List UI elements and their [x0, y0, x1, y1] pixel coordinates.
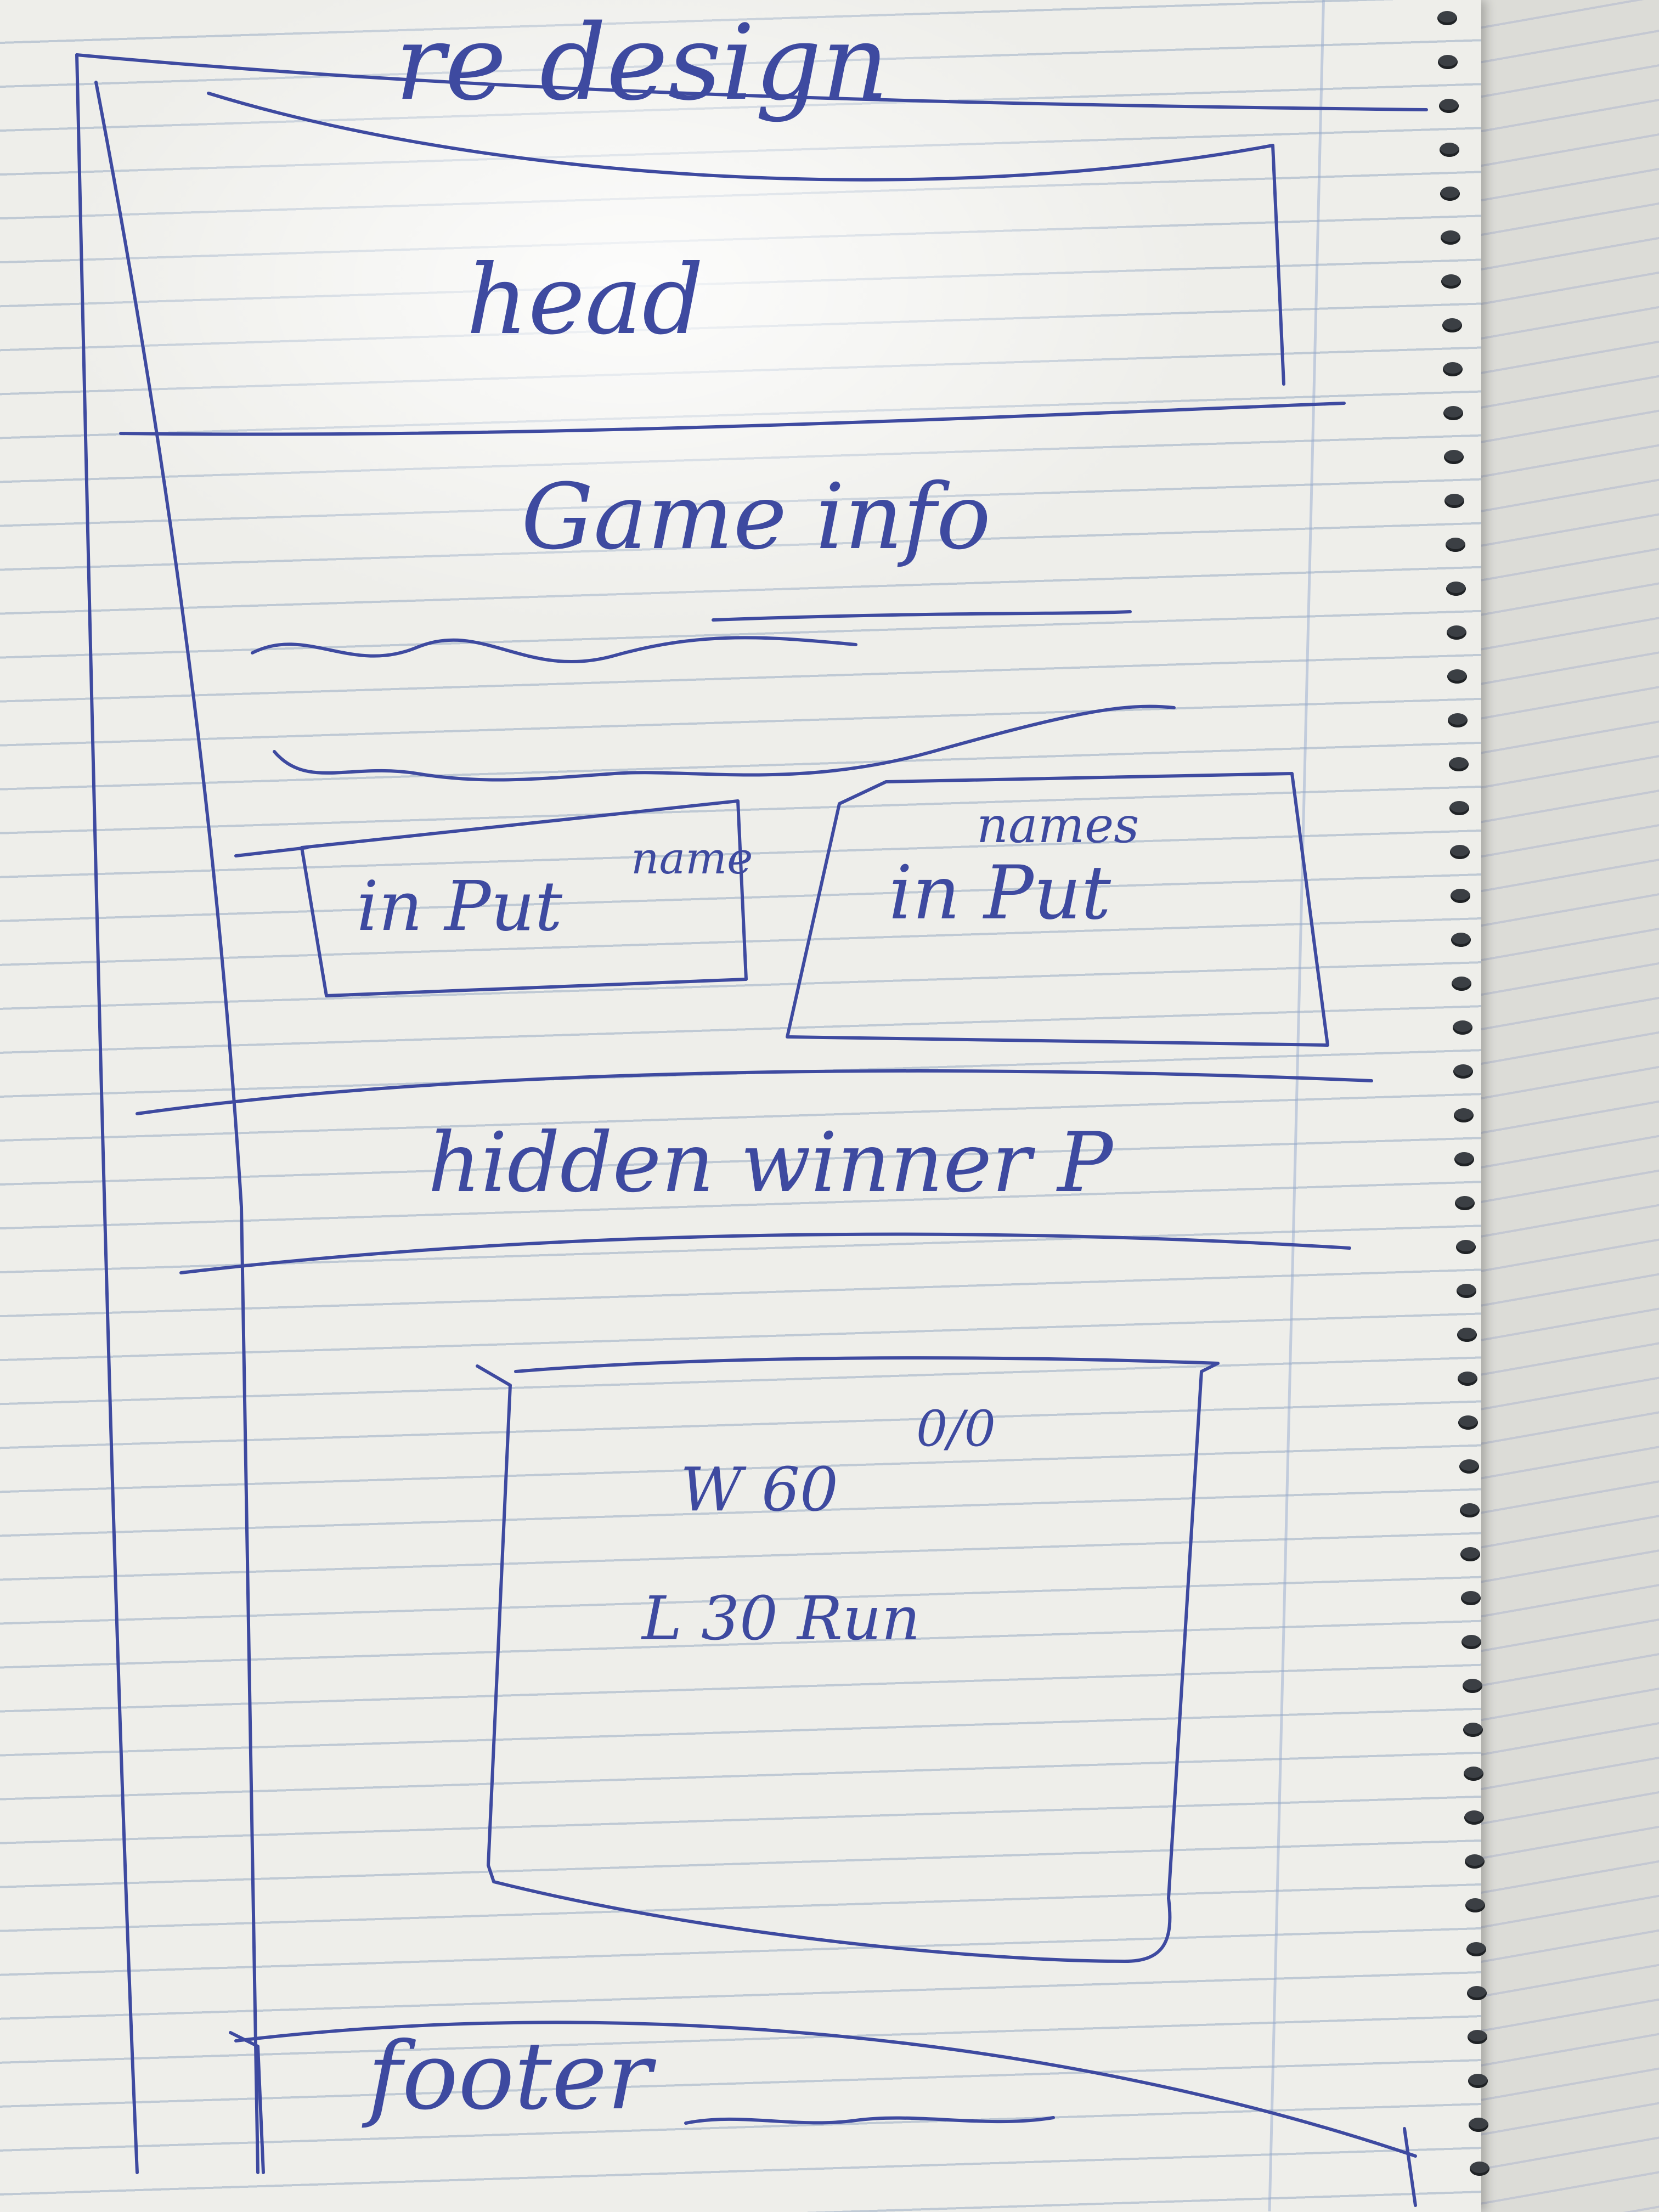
spiral-ring: [1455, 1196, 1475, 1210]
spiral-ring: [1466, 1942, 1486, 1956]
spiral-ring: [1458, 1415, 1479, 1430]
spiral-ring: [1460, 1547, 1480, 1561]
footer-wavy-line: [684, 2116, 1055, 2125]
stats-score: 0/0: [916, 1400, 996, 1458]
notebook-spiral-binding: [1426, 0, 1492, 2212]
winner-top-divider: [136, 1069, 1373, 1115]
spiral-ring: [1452, 977, 1472, 991]
spiral-ring: [1453, 1064, 1473, 1079]
input-right-label: in Put: [889, 850, 1111, 936]
spiral-ring: [1446, 625, 1466, 640]
spiral-ring: [1459, 1459, 1479, 1474]
spiral-ring: [1456, 1284, 1476, 1298]
spiral-ring: [1468, 2074, 1488, 2088]
spiral-ring: [1438, 55, 1458, 69]
spiral-ring: [1464, 1810, 1485, 1825]
stats-line-1: W 60: [680, 1454, 838, 1525]
spiral-ring: [1457, 1328, 1477, 1342]
game-info-wavy-line-2: [273, 704, 1176, 782]
spiral-ring: [1468, 2030, 1488, 2044]
spiral-ring: [1458, 1372, 1478, 1386]
spiral-ring: [1441, 230, 1461, 245]
spiral-ring: [1451, 889, 1471, 903]
input-right-note: names: [977, 797, 1139, 854]
spiral-ring: [1462, 1635, 1482, 1649]
spiral-ring: [1439, 143, 1459, 157]
spiral-ring: [1454, 1108, 1474, 1122]
inner-frame-left-edge: [94, 81, 259, 2174]
spiral-ring: [1440, 187, 1460, 201]
input-left-label: in Put: [357, 867, 563, 946]
game-info-label: Game info: [521, 464, 991, 569]
spiral-ring: [1449, 801, 1469, 815]
spiral-ring: [1463, 1767, 1483, 1781]
spiral-ring: [1466, 1986, 1487, 2000]
spiral-ring: [1441, 274, 1462, 289]
spiral-ring: [1465, 1898, 1486, 1912]
spiral-ring: [1463, 1723, 1483, 1737]
winner-label: hidden winner P: [428, 1115, 1113, 1211]
spiral-ring: [1446, 582, 1466, 596]
stats-line-2: L 30 Run: [642, 1583, 921, 1654]
winner-bottom-divider: [179, 1232, 1351, 1274]
page-title: re design: [395, 2, 889, 123]
spiral-ring: [1451, 933, 1471, 947]
spiral-ring: [1454, 1152, 1475, 1166]
spiral-ring: [1448, 757, 1469, 771]
spiral-ring: [1452, 1020, 1472, 1035]
spiral-ring: [1462, 1679, 1482, 1693]
spiral-ring: [1459, 1503, 1480, 1517]
spiral-ring: [1461, 1591, 1481, 1605]
notebook-page: re design head Game info in Put name in …: [0, 0, 1481, 2212]
game-info-underline: [712, 610, 1132, 622]
spiral-ring: [1447, 669, 1468, 684]
spiral-ring: [1455, 1240, 1476, 1254]
spiral-ring: [1448, 713, 1468, 727]
spiral-ring: [1442, 362, 1463, 376]
input-left-extension: [234, 846, 309, 857]
stats-box: [476, 1356, 1220, 1963]
footer-right-mark: [1403, 2127, 1417, 2207]
header-right-edge: [1271, 144, 1285, 386]
spiral-ring: [1438, 99, 1459, 113]
spiral-ring: [1437, 11, 1458, 25]
spiral-ring: [1445, 538, 1465, 552]
input-left-note: name: [631, 833, 753, 884]
outer-frame-left-edge: [75, 53, 139, 2174]
spiral-ring: [1444, 450, 1464, 464]
game-info-wavy-line-1: [251, 636, 857, 664]
spiral-ring: [1469, 2162, 1489, 2176]
spiral-ring: [1442, 318, 1462, 332]
footer-label: footer: [368, 2022, 652, 2131]
spiral-ring: [1449, 845, 1470, 859]
spiral-ring: [1444, 494, 1465, 508]
header-label: head: [466, 245, 704, 356]
header-divider: [119, 402, 1346, 436]
spiral-ring: [1443, 406, 1463, 420]
spiral-ring: [1465, 1854, 1485, 1869]
wireframe-sketch: [75, 53, 1428, 2207]
spiral-ring: [1469, 2118, 1489, 2132]
